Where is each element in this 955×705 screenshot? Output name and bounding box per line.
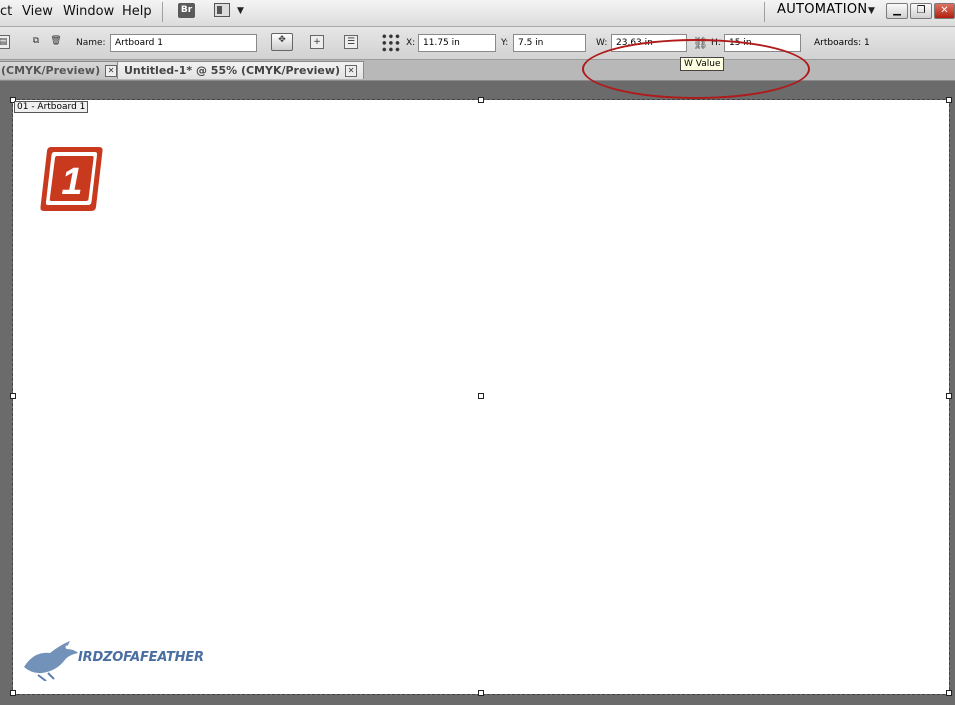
presets-icon[interactable]: + [310,35,324,49]
chevron-down-icon[interactable]: ▼ [237,6,244,16]
workspace-switcher[interactable]: AUTOMATION [777,2,867,17]
artboard-label[interactable]: 01 - Artboard 1 [14,101,89,113]
artboard-options-icon[interactable]: ☰ [344,35,358,49]
menu-divider [162,2,163,22]
resize-handle-center[interactable] [478,393,484,399]
arrange-documents-icon[interactable] [214,3,230,17]
resize-handle-right[interactable] [946,393,952,399]
resize-handle-top-right[interactable] [946,97,952,103]
bridge-button[interactable]: Br [178,3,195,18]
minimize-icon[interactable]: ▁ [886,3,908,19]
close-icon[interactable]: ✕ [934,3,955,19]
tab-close-icon[interactable]: ✕ [105,65,118,77]
resize-handle-left[interactable] [10,393,16,399]
highlight-ellipse [582,39,810,99]
control-bar: ▤ ⧉ 🗑 Name: ✥ + ☰ X: Y: W: ⛓ H: Artboard… [0,27,955,99]
new-artboard-icon[interactable]: ▤ [0,35,10,49]
resize-handle-bottom-left[interactable] [10,690,16,696]
step-number-badge: 1 [40,147,103,211]
menu-view[interactable]: View [22,4,53,19]
w-label: W: [596,38,608,48]
tab-document-previous[interactable]: (CMYK/Preview) ✕ [0,61,125,79]
tab-label: (CMYK/Preview) [1,64,101,77]
y-label: Y: [501,38,509,48]
x-position-field[interactable] [418,34,496,52]
menu-bar: ct View Window Help Br ▼ AUTOMATION ▼ ▁ … [0,0,955,27]
watermark-text: IRDZOFAFEATHER [78,650,204,665]
move-with-artboard-icon[interactable]: ✥ [271,33,293,51]
tab-close-icon[interactable]: ✕ [345,65,358,77]
name-label: Name: [76,38,106,48]
menu-object[interactable]: ct [0,4,12,19]
bird-logo-icon [24,641,78,682]
resize-handle-bottom-right[interactable] [946,690,952,696]
badge-number: 1 [61,161,82,203]
watermark-logo: IRDZOFAFEATHER [20,637,204,684]
menu-window[interactable]: Window [63,4,114,19]
tab-label: Untitled-1* @ 55% (CMYK/Preview) [124,64,341,77]
document-tab-bar: (CMYK/Preview) ✕ Untitled-1* @ 55% (CMYK/… [0,60,955,81]
menu-help[interactable]: Help [122,4,152,19]
duplicate-artboard-icon[interactable]: ⧉ [29,35,43,49]
menu-divider [764,2,765,22]
x-label: X: [406,38,416,48]
artboard-name-field[interactable] [110,34,257,52]
restore-icon[interactable]: ❐ [910,3,932,19]
resize-handle-bottom[interactable] [478,690,484,696]
y-position-field[interactable] [513,34,586,52]
workspace-chevron-icon[interactable]: ▼ [868,6,875,16]
tab-document-untitled-1[interactable]: Untitled-1* @ 55% (CMYK/Preview) ✕ [117,61,365,79]
resize-handle-top[interactable] [478,97,484,103]
reference-point-icon[interactable] [381,33,401,53]
artboards-count: Artboards: 1 [814,38,870,48]
canvas-area[interactable] [0,81,955,705]
delete-artboard-icon[interactable]: 🗑 [49,35,63,49]
